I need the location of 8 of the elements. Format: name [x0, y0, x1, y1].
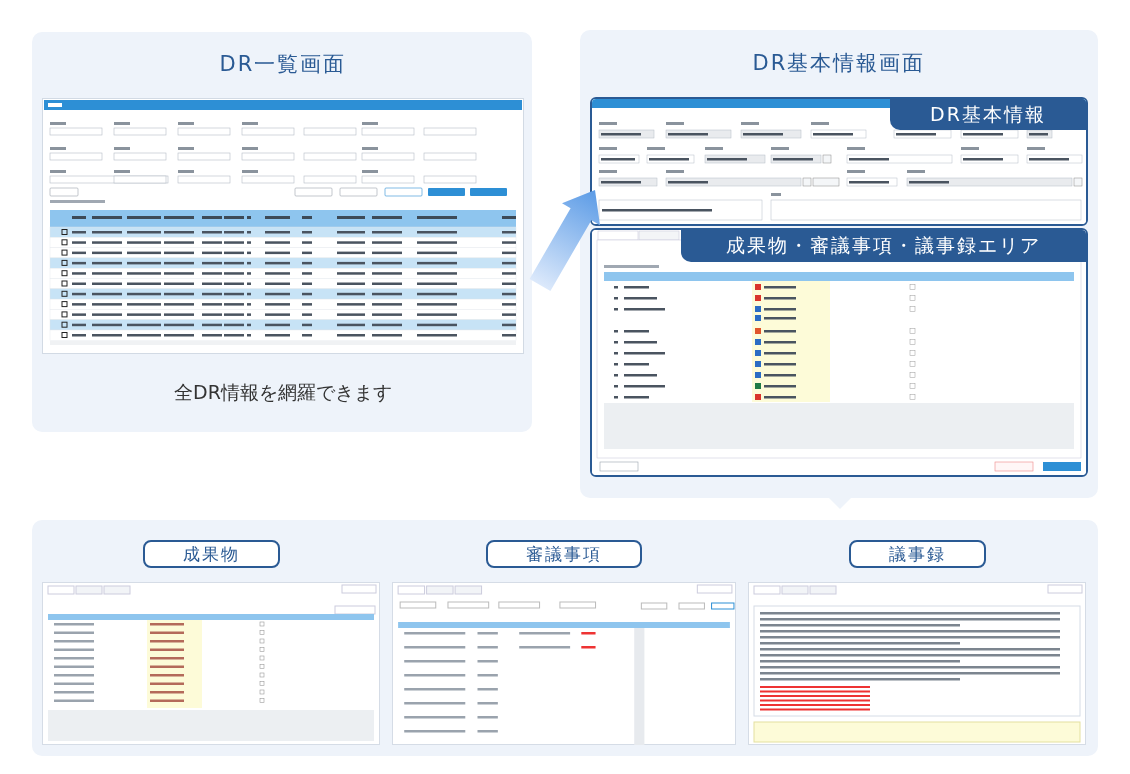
- section-title: DR基本情報画面: [752, 50, 926, 77]
- section-title: DR一覧画面: [219, 51, 347, 78]
- section-label: 審議事項: [486, 540, 642, 568]
- callout-banner: DR基本情報: [890, 99, 1086, 130]
- callout-banner: 成果物・審議事項・議事録エリア: [681, 230, 1086, 262]
- section-label: 議事録: [848, 540, 986, 568]
- caption: 全DR情報を網羅できます: [174, 380, 392, 405]
- section-label: 成果物: [142, 540, 280, 568]
